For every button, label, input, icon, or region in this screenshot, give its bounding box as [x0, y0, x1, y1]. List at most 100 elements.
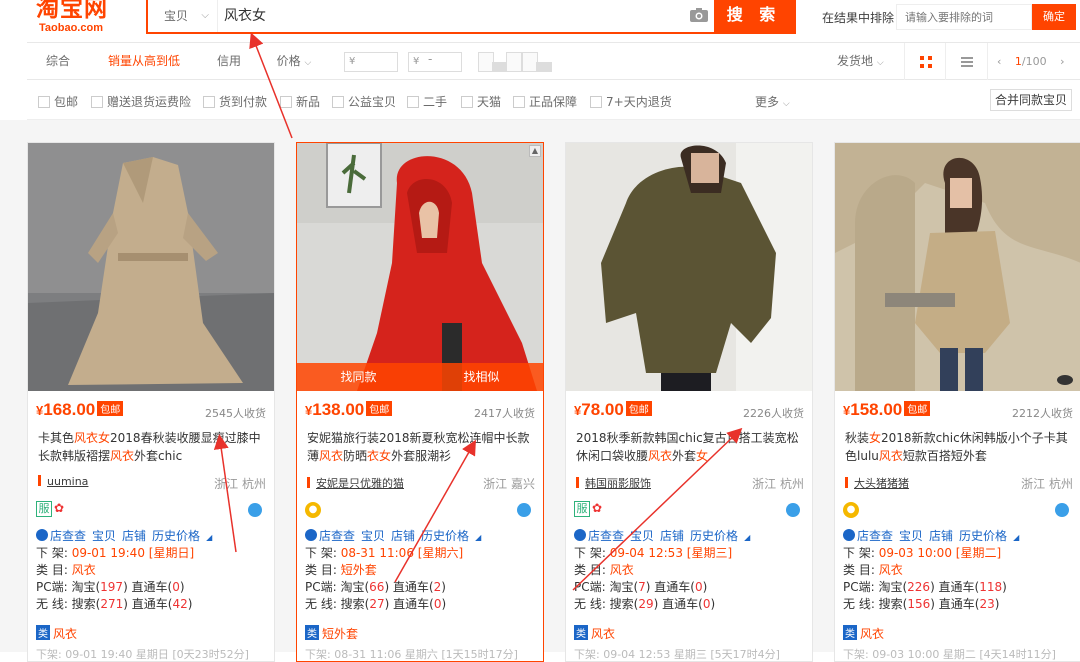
- checkbox[interactable]: [332, 96, 344, 108]
- tool-link[interactable]: 宝贝: [899, 529, 923, 543]
- tool-link[interactable]: 历史价格: [152, 529, 200, 543]
- checkbox[interactable]: [280, 96, 292, 108]
- filter-tmall[interactable]: 天猫: [461, 93, 501, 110]
- info-text: ) 直通车(: [384, 597, 434, 611]
- filter-label: 公益宝贝: [348, 95, 397, 109]
- price-min-input[interactable]: ¥: [344, 52, 398, 72]
- tool-link[interactable]: 店铺: [929, 529, 953, 543]
- product-title[interactable]: 卡其色风衣女2018春秋装收腰显瘦过膝中长款韩版褶摆风衣外套chic: [38, 429, 268, 467]
- product-image[interactable]: [566, 143, 812, 391]
- wangwang-chat-icon[interactable]: [1055, 503, 1069, 517]
- shop-name[interactable]: 韩国丽影服饰: [576, 475, 651, 491]
- shop-name[interactable]: 安妮是只优雅的猫: [307, 475, 404, 491]
- info-text: ): [441, 597, 447, 611]
- tool-link[interactable]: 店铺: [391, 529, 415, 543]
- list-icon: [961, 57, 973, 67]
- info-text: ): [710, 597, 716, 611]
- category-tag-text: 风衣: [860, 627, 885, 641]
- exclude-input[interactable]: [896, 4, 1032, 30]
- tool-link[interactable]: 宝贝: [361, 529, 385, 543]
- search-input[interactable]: [224, 0, 684, 32]
- shelf-date: 08-31 11:06: [340, 546, 414, 560]
- filter-second-hand[interactable]: 二手: [407, 93, 447, 110]
- checkbox[interactable]: [38, 96, 50, 108]
- shop-name[interactable]: uumina: [38, 475, 88, 488]
- tab-sales-desc[interactable]: 销量从高到低: [89, 43, 199, 80]
- filter-free-shipping[interactable]: 包邮: [38, 93, 78, 110]
- wangwang-chat-icon[interactable]: [248, 503, 262, 517]
- tool-link[interactable]: 店铺: [660, 529, 684, 543]
- shop-name[interactable]: 大头猪猪猪: [845, 475, 909, 491]
- price-max-input[interactable]: ¥: [408, 52, 462, 72]
- triangle-icon: ◢: [206, 533, 213, 542]
- price-range-histogram[interactable]: [478, 52, 554, 74]
- filter-7day-return[interactable]: 7+天内退货: [590, 93, 672, 110]
- tool-link[interactable]: 宝贝: [92, 529, 116, 543]
- camera-icon[interactable]: [690, 8, 708, 22]
- product-card[interactable]: 找同款 找相似 ▲ ¥138.00 包邮 2417人收货 安妮猫旅行装2018新夏…: [296, 142, 544, 662]
- tool-link[interactable]: 历史价格: [421, 529, 469, 543]
- product-image[interactable]: [835, 143, 1080, 391]
- product-image[interactable]: [28, 143, 274, 391]
- product-card[interactable]: ¥168.00 包邮 2545人收货 卡其色风衣女2018春秋装收腰显瘦过膝中长款…: [27, 142, 275, 662]
- tool-link[interactable]: 店查查: [319, 529, 355, 543]
- free-shipping-badge: 包邮: [904, 401, 931, 416]
- grid-view-toggle[interactable]: [904, 43, 946, 80]
- info-text: PC端: 淘宝(: [305, 580, 370, 594]
- info-text: ) 直通车(: [930, 580, 980, 594]
- tool-link[interactable]: 宝贝: [630, 529, 654, 543]
- header: 淘宝网 Taobao.com 宝贝 ⌵ 搜 索 在结果中排除 确定: [0, 0, 1080, 42]
- merge-same-items-button[interactable]: 合并同款宝贝: [990, 89, 1072, 111]
- filter-return-insurance[interactable]: 赠送退货运费险: [91, 93, 191, 110]
- tool-link[interactable]: 历史价格: [690, 529, 738, 543]
- wangwang-chat-icon[interactable]: [517, 503, 531, 517]
- image-search-icon[interactable]: ▲: [529, 145, 541, 157]
- product-price: ¥168.00 包邮: [36, 400, 124, 420]
- tab-credit[interactable]: 信用: [199, 43, 259, 80]
- category-tag-icon: 类: [36, 625, 50, 640]
- checkbox[interactable]: [513, 96, 525, 108]
- info-label: 下 架:: [36, 546, 68, 560]
- taobao-logo[interactable]: 淘宝网 Taobao.com: [36, 0, 132, 36]
- tool-link[interactable]: 店查查: [50, 529, 86, 543]
- checkbox[interactable]: [461, 96, 473, 108]
- filter-genuine[interactable]: 正品保障: [513, 93, 577, 110]
- listing-info: 下 架: 09-04 12:53 [星期三] 类 目: 风衣 PC端: 淘宝(7…: [574, 545, 732, 613]
- filter-new[interactable]: 新品: [280, 93, 320, 110]
- tab-price[interactable]: 价格 ⌵: [269, 43, 319, 80]
- checkbox[interactable]: [407, 96, 419, 108]
- search-category-select[interactable]: 宝贝 ⌵: [148, 0, 218, 32]
- next-page-icon[interactable]: ›: [1060, 55, 1064, 68]
- category-tag-text: 风衣: [591, 627, 616, 641]
- checkbox[interactable]: [590, 96, 602, 108]
- list-view-toggle[interactable]: [946, 43, 988, 80]
- wangwang-chat-icon[interactable]: [786, 503, 800, 517]
- product-card[interactable]: ¥158.00 包邮 2212人收货 秋装女2018新款chic休闲韩版小个子卡其…: [834, 142, 1080, 662]
- tool-link[interactable]: 店查查: [588, 529, 624, 543]
- info-text: ): [702, 580, 708, 594]
- product-title[interactable]: 秋装女2018新款chic休闲韩版小个子卡其色lulu风衣短款百搭短外套: [845, 429, 1075, 467]
- find-same-button[interactable]: 找同款: [297, 363, 420, 391]
- gold-seller-icon: ●: [843, 502, 859, 518]
- tool-link[interactable]: 店铺: [122, 529, 146, 543]
- tab-comprehensive[interactable]: 综合: [27, 43, 89, 80]
- exclude-confirm-button[interactable]: 确定: [1032, 4, 1076, 30]
- tool-link[interactable]: 历史价格: [959, 529, 1007, 543]
- product-image[interactable]: [297, 143, 543, 391]
- info-text: PC端: 淘宝(: [843, 580, 908, 594]
- search-button[interactable]: 搜 索: [714, 0, 794, 32]
- prev-page-icon[interactable]: ‹: [997, 55, 1001, 68]
- ship-from-dropdown[interactable]: 发货地 ⌵: [837, 43, 884, 82]
- product-title[interactable]: 2018秋季新款韩国chic复古百搭工装宽松休闲口袋收腰风衣外套女: [576, 429, 806, 467]
- filter-cod[interactable]: 货到付款: [203, 93, 267, 110]
- pagination: ‹ 1/100 ›: [997, 43, 1065, 80]
- checkbox[interactable]: [91, 96, 103, 108]
- tool-link[interactable]: 店查查: [857, 529, 893, 543]
- pc-ztc-count: 118: [979, 580, 1003, 594]
- find-similar-button[interactable]: 找相似: [420, 363, 543, 391]
- checkbox[interactable]: [203, 96, 215, 108]
- more-filters-button[interactable]: 更多 ⌵: [755, 93, 790, 110]
- product-title[interactable]: 安妮猫旅行装2018新夏秋宽松连帽中长款薄风衣防晒衣女外套服潮衫: [307, 429, 537, 467]
- product-card[interactable]: ¥78.00 包邮 2226人收货 2018秋季新款韩国chic复古百搭工装宽松休…: [565, 142, 813, 662]
- filter-charity[interactable]: 公益宝贝: [332, 93, 396, 110]
